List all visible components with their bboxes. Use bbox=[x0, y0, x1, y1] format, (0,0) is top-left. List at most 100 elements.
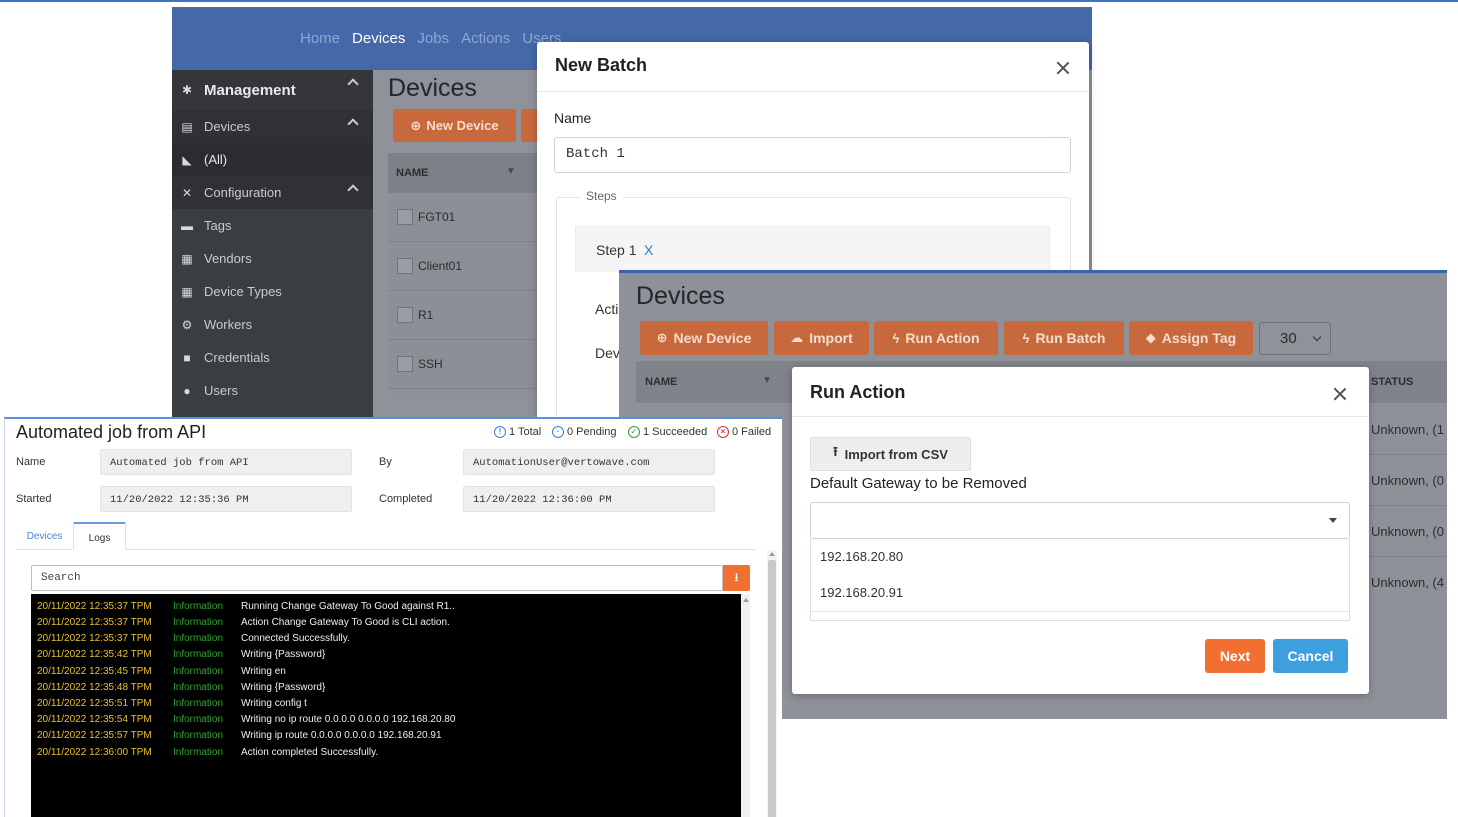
new-device-button[interactable]: ⊕ New Device bbox=[640, 321, 768, 355]
remove-step-link[interactable]: X bbox=[644, 242, 653, 258]
job-started-field[interactable]: 11/20/2022 12:35:36 PM bbox=[100, 486, 352, 512]
log-level: Information bbox=[173, 682, 224, 693]
sidebar-item-vendors[interactable]: ▦ Vendors bbox=[172, 242, 373, 275]
nav-actions[interactable]: Actions bbox=[461, 30, 510, 47]
gateway-options-list: 192.168.20.80 192.168.20.91 bbox=[810, 539, 1350, 621]
import-button[interactable]: ☁ Import bbox=[774, 321, 869, 355]
sidebar-header-management[interactable]: ✱ Management bbox=[172, 70, 373, 110]
tag-icon: ◆ bbox=[1145, 330, 1156, 345]
log-level: Information bbox=[173, 601, 224, 612]
assign-tag-button[interactable]: ◆ Assign Tag bbox=[1129, 321, 1253, 355]
log-timestamp: 20/11/2022 12:35:54 TPM bbox=[37, 714, 152, 725]
stat-total: ! 1 Total bbox=[494, 426, 541, 438]
sidebar-item-tags[interactable]: ▬ Tags bbox=[172, 209, 373, 242]
cancel-button[interactable]: Cancel bbox=[1273, 639, 1348, 673]
page-title: Devices bbox=[388, 74, 477, 102]
cogs-icon: ⚙ bbox=[181, 317, 193, 332]
steps-legend: Steps bbox=[580, 189, 623, 203]
scroll-up-icon[interactable] bbox=[743, 598, 749, 602]
log-line: 20/11/2022 12:35:37 TPM Information Action… bbox=[37, 617, 450, 628]
row-checkbox[interactable] bbox=[397, 209, 413, 225]
tab-logs[interactable]: Logs bbox=[73, 522, 126, 550]
import-csv-button[interactable]: ⭱ Import from CSV bbox=[810, 437, 971, 471]
row-divider bbox=[1369, 505, 1447, 506]
log-line: 20/11/2022 12:35:54 TPM Information Writin… bbox=[37, 714, 455, 725]
gateway-option[interactable]: 192.168.20.91 bbox=[820, 585, 903, 600]
log-level: Information bbox=[173, 633, 224, 644]
scrollbar-thumb[interactable] bbox=[768, 560, 776, 817]
sidebar-item-configuration[interactable]: ✕ Configuration bbox=[172, 176, 373, 209]
batch-name-value: Batch 1 bbox=[566, 146, 625, 162]
folder-icon: ▬ bbox=[181, 218, 193, 233]
row-checkbox[interactable] bbox=[397, 258, 413, 274]
sidebar-item-label: Vendors bbox=[204, 251, 252, 266]
close-icon[interactable] bbox=[1333, 387, 1347, 401]
log-level: Information bbox=[173, 649, 224, 660]
log-level: Information bbox=[173, 698, 224, 709]
column-header-status[interactable]: STATUS bbox=[1371, 376, 1413, 388]
sidebar-item-users[interactable]: ● Users bbox=[172, 374, 373, 407]
job-by-field[interactable]: AutomationUser@vertowave.com bbox=[463, 449, 715, 475]
log-message: Writing config t bbox=[241, 698, 307, 709]
filter-icon[interactable]: ▼ bbox=[506, 166, 516, 177]
log-message: Writing ip route 0.0.0.0 0.0.0.0 192.168… bbox=[241, 730, 442, 741]
sidebar: ✱ Management ▤ Devices ◣ (All) ✕ Configu… bbox=[172, 70, 373, 427]
sidebar-item-label: (All) bbox=[204, 152, 228, 167]
run-action-button[interactable]: ϟ Run Action bbox=[874, 321, 998, 355]
nav-home[interactable]: Home bbox=[300, 30, 340, 47]
grid-icon: ▦ bbox=[181, 284, 193, 299]
nav-jobs[interactable]: Jobs bbox=[417, 30, 449, 47]
log-scrollbar[interactable] bbox=[741, 594, 750, 817]
job-name-field[interactable]: Automated job from API bbox=[100, 449, 352, 475]
filter-icon[interactable]: ▼ bbox=[762, 375, 772, 386]
sidebar-item-all[interactable]: ◣ (All) bbox=[172, 143, 373, 176]
page-size-select[interactable]: 30 bbox=[1259, 322, 1331, 355]
log-search-input[interactable]: Search bbox=[31, 565, 723, 591]
gateway-select[interactable] bbox=[810, 502, 1350, 539]
run-batch-button[interactable]: ϟ Run Batch bbox=[1004, 321, 1124, 355]
row-checkbox[interactable] bbox=[397, 307, 413, 323]
store-icon: ▦ bbox=[181, 251, 193, 266]
sidebar-item-credentials[interactable]: ■ Credentials bbox=[172, 341, 373, 374]
device-name: R1 bbox=[418, 308, 434, 322]
gateway-option[interactable]: 192.168.20.80 bbox=[820, 549, 903, 564]
column-header-name[interactable]: NAME ▼ bbox=[388, 153, 548, 193]
sidebar-item-device-types[interactable]: ▦ Device Types bbox=[172, 275, 373, 308]
table-row[interactable]: SSH bbox=[388, 340, 548, 389]
log-timestamp: 20/11/2022 12:35:57 TPM bbox=[37, 730, 152, 741]
window-scrollbar[interactable] bbox=[767, 550, 777, 817]
table-row[interactable]: FGT01 bbox=[388, 193, 548, 242]
close-icon[interactable] bbox=[1056, 61, 1070, 75]
row-checkbox[interactable] bbox=[397, 356, 413, 372]
import-csv-label: Import from CSV bbox=[844, 446, 948, 462]
job-completed-field[interactable]: 11/20/2022 12:36:00 PM bbox=[463, 486, 715, 512]
sidebar-item-label: Users bbox=[204, 383, 238, 398]
log-message: Writing {Password} bbox=[241, 649, 326, 660]
sidebar-item-devices[interactable]: ▤ Devices bbox=[172, 110, 373, 143]
download-button[interactable]: ⭳ bbox=[723, 565, 750, 591]
column-header-name[interactable]: NAME bbox=[645, 376, 677, 388]
new-device-button[interactable]: ⊕ New Device bbox=[393, 109, 516, 142]
device-label: Dev bbox=[595, 345, 620, 361]
nav-devices[interactable]: Devices bbox=[352, 30, 405, 47]
stat-failed-label: 0 Failed bbox=[732, 426, 772, 438]
run-action-label: Run Action bbox=[905, 330, 980, 346]
log-message: Running Change Gateway To Good against R… bbox=[241, 601, 455, 612]
log-timestamp: 20/11/2022 12:35:51 TPM bbox=[37, 698, 152, 709]
log-line: 20/11/2022 12:35:48 TPM Information Writin… bbox=[37, 682, 325, 693]
stat-succeeded-label: 1 Succeeded bbox=[643, 426, 708, 438]
top-border bbox=[0, 0, 1458, 2]
dialog-title: Run Action bbox=[810, 382, 906, 402]
log-message: Action completed Successfully. bbox=[241, 747, 379, 758]
tab-devices[interactable]: Devices bbox=[16, 522, 73, 550]
log-console: 20/11/2022 12:35:37 TPM Information Runnin… bbox=[31, 594, 741, 817]
chevron-down-icon bbox=[1312, 332, 1322, 342]
table-row[interactable]: Client01 bbox=[388, 242, 548, 291]
table-row[interactable]: R1 bbox=[388, 291, 548, 340]
list-divider bbox=[811, 611, 1349, 612]
sidebar-item-workers[interactable]: ⚙ Workers bbox=[172, 308, 373, 341]
batch-name-input[interactable]: Batch 1 bbox=[554, 137, 1071, 173]
next-button[interactable]: Next bbox=[1205, 639, 1265, 673]
info-icon: ! bbox=[494, 426, 506, 438]
scroll-up-icon[interactable] bbox=[769, 552, 775, 556]
